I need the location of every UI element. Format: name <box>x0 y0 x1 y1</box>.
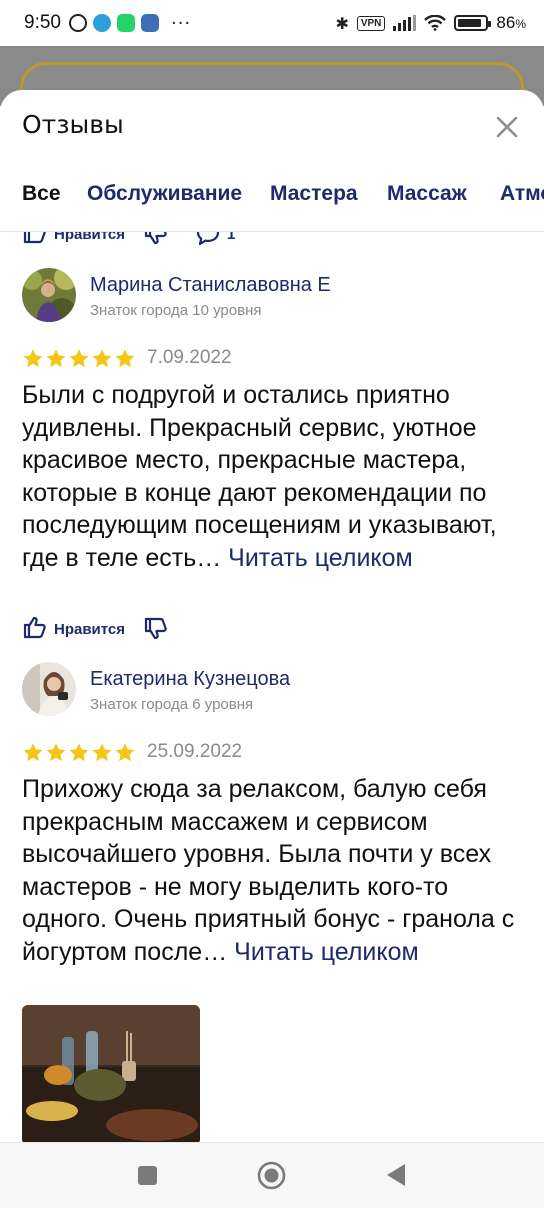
battery-fill <box>458 19 481 27</box>
back-button[interactable] <box>386 1163 406 1191</box>
thumbs-up-icon <box>22 614 48 644</box>
reviews-sheet: Отзывы Все Обслуживание Мастера Массаж А… <box>0 90 544 1142</box>
author-name[interactable]: Марина Станиславовна Е <box>90 274 331 297</box>
sheet-title: Отзывы <box>22 110 124 139</box>
like-label: Нравится <box>54 232 126 243</box>
author-level: Знаток города 6 уровня <box>90 696 254 713</box>
star-icon <box>92 349 112 368</box>
review-text: Были с подругой и остались приятно удивл… <box>22 379 527 574</box>
reviews-list[interactable]: Нравится 1 Марина Станиславовна Е Знаток… <box>0 232 544 1142</box>
author-level: Знаток города 10 уровня <box>90 302 262 319</box>
star-icon <box>23 349 43 368</box>
like-label: Нравится <box>54 620 126 638</box>
review-card: Екатерина Кузнецова Знаток города 6 уров… <box>0 662 544 1142</box>
like-button[interactable]: Нравится <box>22 232 125 249</box>
comment-button[interactable]: 1 <box>195 232 235 247</box>
more-notifications-icon: ··· <box>170 12 192 34</box>
telegram-icon <box>92 14 111 32</box>
thumbs-up-icon <box>22 232 48 249</box>
star-icon <box>23 743 43 762</box>
review-text: Прихожу сюда за релаксом, балую себя пре… <box>22 773 527 968</box>
battery-icon <box>454 15 492 31</box>
star-icon <box>69 349 89 368</box>
battery-percent: 86% <box>496 13 526 32</box>
star-icon <box>46 349 66 368</box>
system-navigation-bar <box>0 1142 544 1208</box>
bluetooth-icon: ✱ <box>335 13 349 33</box>
avatar[interactable] <box>22 662 76 716</box>
author-name[interactable]: Екатерина Кузнецова <box>90 668 290 691</box>
star-icon <box>92 743 112 762</box>
rating-stars <box>22 348 136 370</box>
whatsapp-icon <box>116 14 135 32</box>
tab-service[interactable]: Обслуживание <box>87 182 242 206</box>
signal-icon <box>393 15 417 31</box>
star-icon <box>46 743 66 762</box>
dislike-button[interactable] <box>143 232 169 247</box>
star-icon <box>115 743 135 762</box>
alarm-icon <box>68 14 87 32</box>
rating-stars <box>22 742 136 764</box>
avatar[interactable] <box>22 268 76 322</box>
vpn-icon: VPN <box>356 15 386 31</box>
tab-all[interactable]: Все <box>22 182 61 206</box>
app-notification-icon <box>140 14 159 32</box>
sheet-header: Отзывы <box>0 90 544 162</box>
previous-review-actions: Нравится 1 <box>22 232 322 248</box>
wifi-icon <box>424 15 447 31</box>
comment-count: 1 <box>227 232 236 243</box>
review-actions: Нравится <box>22 614 169 644</box>
star-icon <box>115 349 135 368</box>
read-more-link[interactable]: Читать целиком <box>228 544 413 572</box>
status-time: 9:50 <box>24 12 61 33</box>
tab-atmosphere[interactable]: Атмо <box>500 182 544 206</box>
home-button[interactable] <box>257 1161 286 1194</box>
thumbs-down-icon <box>144 617 167 640</box>
dislike-button[interactable] <box>143 616 169 642</box>
status-bar: 9:50 ··· ✱ VPN 86% <box>0 0 544 46</box>
recent-apps-button[interactable] <box>137 1165 158 1190</box>
read-more-link[interactable]: Читать целиком <box>234 938 419 966</box>
tab-masters[interactable]: Мастера <box>270 182 358 206</box>
review-date: 7.09.2022 <box>147 347 232 368</box>
star-icon <box>69 743 89 762</box>
tab-bar: Все Обслуживание Мастера Массаж Атмо <box>0 182 544 232</box>
like-button[interactable]: Нравится <box>22 614 125 644</box>
close-icon[interactable] <box>492 112 522 142</box>
review-photo[interactable] <box>22 1005 200 1142</box>
review-date: 25.09.2022 <box>147 741 243 762</box>
review-card: Марина Станиславовна Е Знаток города 10 … <box>0 268 544 668</box>
tab-massage[interactable]: Массаж <box>387 182 467 206</box>
